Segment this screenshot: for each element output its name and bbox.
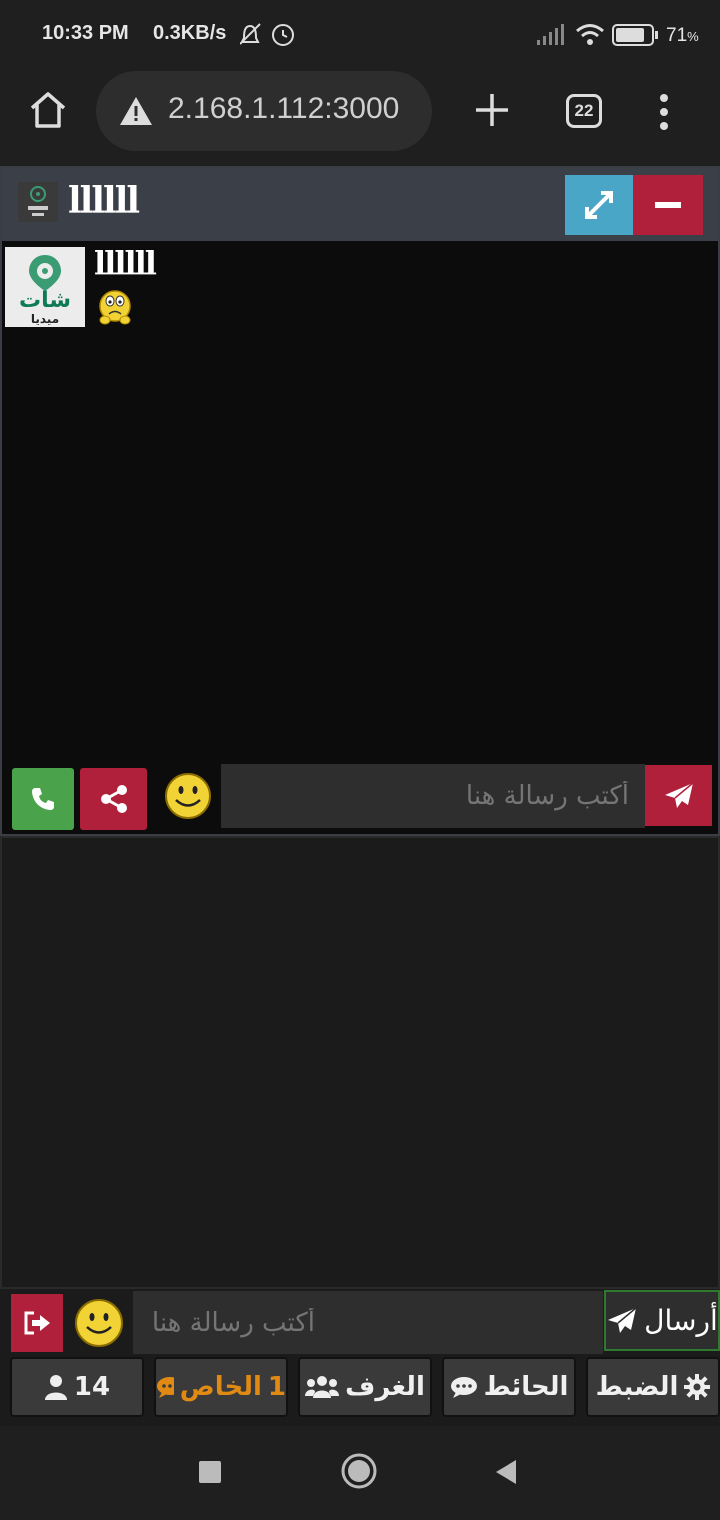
user-icon <box>44 1375 67 1400</box>
private-chat-window: llllll شات ميديا llllll <box>0 166 720 836</box>
system-nav-bar <box>0 1426 720 1520</box>
main-message-input[interactable] <box>133 1291 603 1354</box>
main-send-button[interactable]: أرسال <box>604 1290 720 1351</box>
status-time: 10:33 PM <box>42 22 129 44</box>
comments-icon <box>157 1377 174 1398</box>
avatar <box>18 182 58 222</box>
status-bar: 10:33 PM 0.3KB/s 71% <box>0 0 720 70</box>
wifi-icon <box>576 24 604 45</box>
private-message-input[interactable] <box>221 764 645 828</box>
bottom-nav: 14 الخاص 1 الغرف الحائط الضبط <box>0 1356 720 1426</box>
message-sender: llllll <box>94 244 157 282</box>
network-speed: 0.3KB/s <box>153 22 227 44</box>
mute-bell-icon <box>240 23 294 46</box>
settings-label: الضبط <box>595 1372 679 1402</box>
exit-button[interactable] <box>11 1294 63 1352</box>
send-label: أرسال <box>644 1304 718 1337</box>
tabs-button[interactable]: 22 <box>566 94 602 128</box>
minus-icon <box>655 202 681 208</box>
nav-rooms[interactable]: الغرف <box>298 1357 432 1417</box>
worried-emoji-icon <box>99 290 131 325</box>
chat-media-logo-icon: شات ميديا <box>5 247 85 327</box>
private-chat-title: llllll <box>68 180 140 222</box>
signal-icon <box>537 24 564 45</box>
phone-icon <box>32 788 54 810</box>
back-icon[interactable] <box>494 1458 518 1486</box>
share-button[interactable] <box>80 768 147 830</box>
users-group-icon <box>305 1376 340 1398</box>
expand-icon <box>585 191 613 219</box>
battery-percent: 71% <box>666 25 699 46</box>
message-avatar[interactable]: شات ميديا <box>5 247 85 327</box>
main-chat-area <box>0 836 720 1289</box>
private-chat-header[interactable]: llllll <box>2 168 718 241</box>
avatar-logo-icon <box>18 182 58 222</box>
smiley-icon[interactable] <box>73 1297 125 1349</box>
call-button[interactable] <box>12 768 74 830</box>
plus-icon[interactable] <box>474 92 510 128</box>
warning-icon[interactable] <box>118 95 154 127</box>
comment-icon <box>450 1377 477 1398</box>
recents-icon[interactable] <box>198 1460 222 1484</box>
sign-out-icon <box>24 1311 50 1335</box>
users-count: 14 <box>73 1372 111 1402</box>
minimize-button[interactable] <box>633 175 703 235</box>
home-circle-icon[interactable] <box>340 1452 378 1490</box>
smiley-icon[interactable] <box>163 771 213 821</box>
private-count: 1 <box>267 1372 286 1402</box>
nav-settings[interactable]: الضبط <box>586 1357 720 1417</box>
paper-plane-icon <box>664 781 693 808</box>
svg-text:شات: شات <box>19 288 71 313</box>
home-icon[interactable] <box>28 90 68 130</box>
rooms-label: الغرف <box>345 1372 425 1402</box>
expand-button[interactable] <box>565 175 633 235</box>
browser-toolbar: 2.168.1.112:3000 22 <box>0 70 720 166</box>
private-label: الخاص <box>179 1372 262 1402</box>
nav-users[interactable]: 14 <box>10 1357 144 1417</box>
private-send-button[interactable] <box>645 765 712 826</box>
nav-private[interactable]: الخاص 1 <box>154 1357 288 1417</box>
url-text[interactable]: 2.168.1.112:3000 <box>168 92 399 126</box>
share-icon <box>100 785 127 813</box>
svg-text:ميديا: ميديا <box>31 312 59 326</box>
gear-icon <box>684 1374 711 1400</box>
nav-wall[interactable]: الحائط <box>442 1357 576 1417</box>
wall-label: الحائط <box>483 1372 569 1402</box>
more-vert-icon[interactable] <box>656 92 672 132</box>
battery-icon <box>612 24 658 46</box>
paper-plane-icon <box>608 1306 637 1333</box>
